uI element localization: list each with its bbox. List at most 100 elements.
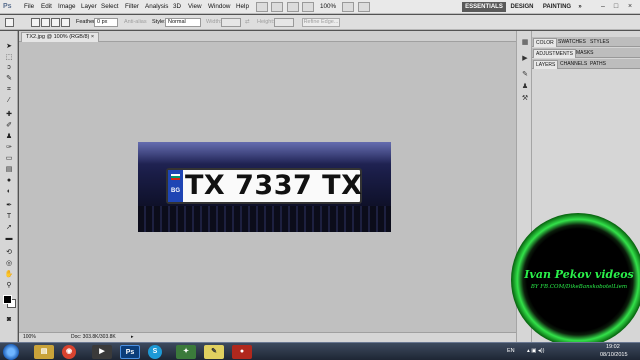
- menu-view[interactable]: View: [188, 2, 202, 12]
- tab-paths[interactable]: PATHS: [588, 60, 608, 69]
- skype-taskbar-icon[interactable]: S: [148, 345, 162, 359]
- 3d-rotate-tool-icon[interactable]: ⟲: [4, 249, 14, 257]
- hand-tool-icon[interactable]: [302, 2, 314, 12]
- marquee-preset-icon[interactable]: [5, 18, 14, 27]
- style-select[interactable]: Normal: [165, 18, 201, 27]
- photoshop-taskbar-icon[interactable]: Ps: [120, 345, 140, 359]
- clone-source-panel-icon[interactable]: ♟: [521, 83, 529, 91]
- 3d-camera-tool-icon[interactable]: ◎: [4, 260, 14, 268]
- height-input[interactable]: [274, 18, 294, 27]
- feather-input[interactable]: 0 px: [94, 18, 118, 27]
- menu-bar: Ps File Edit Image Layer Select Filter A…: [0, 0, 640, 14]
- foreground-color-swatch[interactable]: [3, 295, 12, 304]
- antialias-checkbox[interactable]: Anti-alias: [124, 19, 147, 26]
- adjustments-panel-tabs: ADJUSTMENTS MASKS: [532, 48, 640, 58]
- tab-masks[interactable]: MASKS: [574, 49, 596, 58]
- pen-tool-icon[interactable]: ✒: [4, 202, 14, 210]
- marquee-tool-icon[interactable]: ⬚: [4, 54, 14, 62]
- arrange-documents-icon[interactable]: [342, 2, 354, 12]
- recorder-taskbar-icon[interactable]: ●: [232, 345, 252, 359]
- menu-file[interactable]: File: [24, 2, 34, 12]
- hand-tool-icon[interactable]: ✋: [4, 271, 14, 279]
- clock-time[interactable]: 19:02: [606, 344, 620, 350]
- menu-3d[interactable]: 3D: [173, 2, 181, 12]
- tab-swatches[interactable]: SWATCHES: [556, 38, 588, 47]
- healing-tool-icon[interactable]: ✚: [4, 111, 14, 119]
- quick-select-tool-icon[interactable]: ✎: [4, 75, 14, 83]
- minimize-icon[interactable]: –: [598, 2, 608, 11]
- add-selection-icon[interactable]: [41, 18, 50, 27]
- clone-stamp-tool-icon[interactable]: ♟: [4, 133, 14, 141]
- type-tool-icon[interactable]: T: [4, 213, 14, 221]
- screen-mode-icon[interactable]: [358, 2, 370, 12]
- tab-color[interactable]: COLOR: [533, 38, 557, 47]
- menu-layer[interactable]: Layer: [81, 2, 97, 12]
- tab-adjustments[interactable]: ADJUSTMENTS: [533, 49, 576, 58]
- zoom-level[interactable]: 100%: [320, 2, 336, 12]
- history-brush-tool-icon[interactable]: ✑: [4, 144, 14, 152]
- layers-panel-tabs: LAYERS CHANNELS PATHS: [532, 59, 640, 69]
- mini-bridge-icon[interactable]: [271, 2, 283, 12]
- tool-presets-panel-icon[interactable]: ⚒: [521, 95, 529, 103]
- menu-filter[interactable]: Filter: [125, 2, 139, 12]
- workspace-painting[interactable]: PAINTING: [540, 2, 574, 12]
- color-panel-tabs: COLOR SWATCHES STYLES: [532, 37, 640, 47]
- status-arrow-icon[interactable]: ▸: [131, 334, 134, 341]
- document-tab[interactable]: TX2.jpg @ 100% (RGB/8) ×: [21, 32, 100, 42]
- workspace-essentials[interactable]: ESSENTIALS: [462, 2, 506, 12]
- maximize-icon[interactable]: □: [611, 2, 621, 11]
- width-input[interactable]: [221, 18, 241, 27]
- menu-image[interactable]: Image: [58, 2, 76, 12]
- crop-tool-icon[interactable]: ⌗: [4, 86, 14, 94]
- tab-close-icon[interactable]: ×: [91, 34, 94, 40]
- close-icon[interactable]: ×: [625, 2, 635, 11]
- path-select-tool-icon[interactable]: ➚: [4, 224, 14, 232]
- notes-taskbar-icon[interactable]: ✎: [204, 345, 224, 359]
- tray-icons[interactable]: ▴ ▣ ◂)): [527, 348, 544, 354]
- menu-select[interactable]: Select: [101, 2, 119, 12]
- watermark-title: Ivan Pekov videos: [524, 268, 634, 281]
- menu-window[interactable]: Window: [208, 2, 230, 12]
- brushes-panel-icon[interactable]: ✎: [521, 71, 529, 79]
- brush-tool-icon[interactable]: ✐: [4, 122, 14, 130]
- status-zoom[interactable]: 100%: [23, 334, 36, 341]
- menu-analysis[interactable]: Analysis: [145, 2, 168, 12]
- document-tab-title: TX2.jpg @ 100% (RGB/8): [26, 34, 90, 40]
- zoom-tool-icon[interactable]: ⚲: [4, 282, 14, 290]
- intersect-selection-icon[interactable]: [61, 18, 70, 27]
- swap-icon[interactable]: ⇄: [245, 19, 250, 26]
- new-selection-icon[interactable]: [31, 18, 40, 27]
- move-tool-icon[interactable]: ➤: [4, 43, 14, 51]
- gradient-tool-icon[interactable]: ▤: [4, 166, 14, 174]
- workspace-design[interactable]: DESIGN: [508, 2, 536, 12]
- language-indicator[interactable]: EN: [507, 348, 515, 354]
- menu-edit[interactable]: Edit: [41, 2, 52, 12]
- app-taskbar-icon[interactable]: ✦: [176, 345, 196, 359]
- chrome-taskbar-icon[interactable]: ◉: [62, 345, 76, 359]
- tab-layers[interactable]: LAYERS: [533, 60, 559, 69]
- blur-tool-icon[interactable]: ●: [4, 177, 14, 185]
- menu-help[interactable]: Help: [236, 2, 249, 12]
- width-label: Width:: [206, 19, 222, 25]
- history-panel-icon[interactable]: ▦: [521, 39, 529, 47]
- image-canvas[interactable]: BG TX 7337 TX: [138, 142, 391, 232]
- subtract-selection-icon[interactable]: [51, 18, 60, 27]
- refine-edge-button[interactable]: Refine Edge...: [302, 18, 340, 27]
- workspace-more[interactable]: »: [576, 2, 584, 12]
- start-button-icon[interactable]: [3, 344, 19, 360]
- lasso-tool-icon[interactable]: ↄ: [4, 64, 14, 72]
- extras-icon[interactable]: [287, 2, 299, 12]
- media-taskbar-icon[interactable]: ▶: [92, 345, 112, 359]
- clock-date[interactable]: 08/10/2015: [600, 352, 628, 358]
- car-grille: [138, 206, 391, 232]
- eraser-tool-icon[interactable]: ▭: [4, 155, 14, 163]
- bridge-icon[interactable]: [256, 2, 268, 12]
- explorer-taskbar-icon[interactable]: ▤: [34, 345, 54, 359]
- tab-styles[interactable]: STYLES: [588, 38, 611, 47]
- actions-panel-icon[interactable]: ▶: [521, 55, 529, 63]
- tab-channels[interactable]: CHANNELS: [558, 60, 589, 69]
- quick-mask-icon[interactable]: ◙: [4, 316, 14, 324]
- dodge-tool-icon[interactable]: ◐: [4, 188, 14, 196]
- shape-tool-icon[interactable]: ▬: [4, 235, 14, 243]
- eyedropper-tool-icon[interactable]: ⁄: [4, 97, 14, 105]
